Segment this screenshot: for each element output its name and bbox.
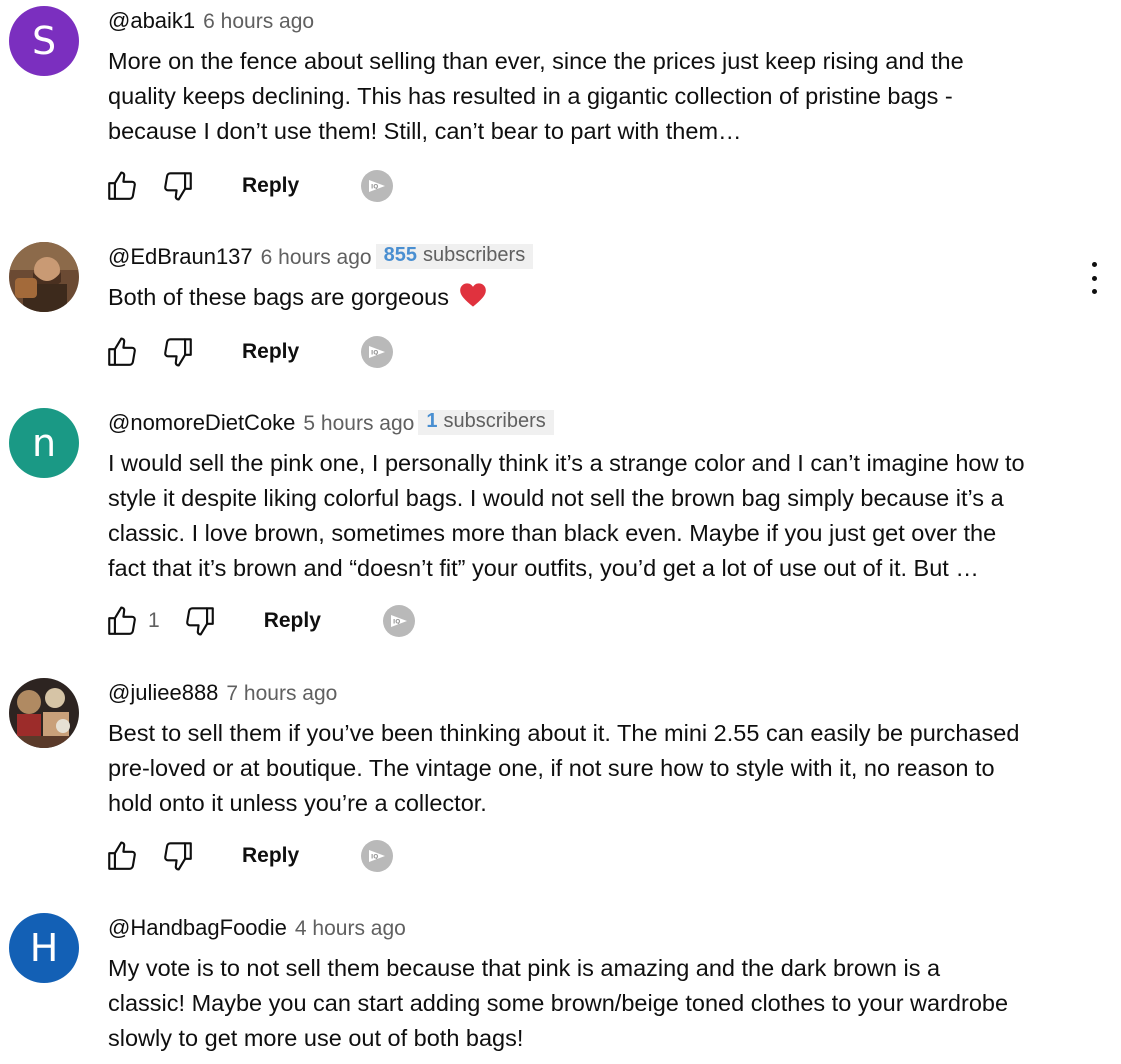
- creator-heart-badge-icon: IQ: [361, 840, 394, 872]
- creator-heart-badge-icon: IQ: [361, 336, 394, 368]
- avatar[interactable]: S: [9, 6, 79, 76]
- dot: [1091, 275, 1097, 281]
- comment-line: fact that it’s brown and “doesn’t fit” y…: [108, 555, 979, 581]
- comment-line: style it despite liking colorful bags. I…: [108, 485, 1004, 511]
- comment-line: classic! Maybe you can start adding some…: [108, 990, 1009, 1016]
- comment-line: I would sell the pink one, I personally …: [108, 450, 1025, 476]
- comment-time[interactable]: 7 hours ago: [226, 682, 337, 706]
- comment-text: More on the fence about selling than eve…: [108, 44, 1088, 149]
- comment-header: @nomoreDietCoke 5 hours ago 1 subscribers: [108, 410, 554, 438]
- author-handle[interactable]: @EdBraun137: [108, 244, 253, 270]
- comment-line: hold onto it unless you’re a collector.: [108, 790, 487, 816]
- thumbs-down-icon: [164, 172, 192, 201]
- comment-abaik1: S @abaik1 6 hours ago More on the fence …: [0, 0, 1121, 230]
- thumbs-up-icon: [108, 606, 136, 635]
- reply-button[interactable]: Reply: [242, 340, 299, 364]
- svg-text:IQ: IQ: [371, 184, 378, 191]
- subscriber-count: 855: [383, 244, 417, 266]
- author-handle[interactable]: @HandbagFoodie: [108, 915, 287, 941]
- creator-heart-badge-icon: IQ: [361, 170, 394, 202]
- author-handle[interactable]: @nomoreDietCoke: [108, 410, 295, 436]
- comment-line: More on the fence about selling than eve…: [108, 48, 964, 74]
- comment-line: because I don’t use them! Still, can’t b…: [108, 118, 742, 144]
- dot: [1091, 262, 1097, 267]
- avatar-letter: S: [31, 19, 57, 63]
- thumbs-down-icon: [164, 338, 192, 367]
- subscriber-badge: 855 subscribers: [375, 244, 534, 269]
- subscriber-label: subscribers: [443, 410, 546, 432]
- avatar-letter: H: [29, 926, 59, 970]
- comment-text: Best to sell them if you’ve been thinkin…: [108, 716, 1088, 821]
- like-button[interactable]: [104, 603, 140, 639]
- comment-line: My vote is to not sell them because that…: [108, 955, 941, 981]
- subscriber-label: subscribers: [422, 244, 526, 266]
- comment-time[interactable]: 6 hours ago: [261, 246, 372, 270]
- comment-text: I would sell the pink one, I personally …: [108, 446, 1088, 586]
- comment-line: Both of these bags are gorgeous: [108, 284, 449, 310]
- avatar-photo: [9, 678, 79, 748]
- dislike-button[interactable]: [160, 838, 196, 874]
- comment-actions: 1 Reply IQ: [104, 603, 415, 639]
- comment-actions: Reply IQ: [104, 334, 394, 370]
- more-vert-icon[interactable]: [1084, 262, 1104, 294]
- thumbs-down-icon: [185, 607, 214, 636]
- subscriber-badge: 1 subscribers: [418, 410, 554, 435]
- svg-text:IQ: IQ: [393, 619, 400, 626]
- thumbs-down-icon: [164, 842, 192, 871]
- comment-line: pre-loved or at boutique. The vintage on…: [108, 755, 995, 781]
- dislike-button[interactable]: [182, 603, 218, 639]
- comment-juliee888: @juliee888 7 hours ago Best to sell them…: [0, 672, 1121, 904]
- comment-header: @EdBraun137 6 hours ago 855 subscribers: [108, 244, 534, 272]
- comment-time[interactable]: 5 hours ago: [303, 412, 414, 436]
- comment-header: @abaik1 6 hours ago: [108, 8, 314, 34]
- like-count: 1: [148, 609, 160, 632]
- thumbs-up-icon: [108, 841, 136, 870]
- svg-text:IQ: IQ: [371, 350, 378, 357]
- comment-header: @HandbagFoodie 4 hours ago: [108, 915, 406, 941]
- comment-nomoredietcoke: n @nomoreDietCoke 5 hours ago 1 subscribe…: [0, 402, 1121, 666]
- comment-time[interactable]: 4 hours ago: [295, 917, 406, 941]
- avatar-letter: n: [31, 421, 57, 465]
- like-button[interactable]: [104, 168, 140, 204]
- red-heart-emoji: [459, 282, 487, 318]
- avatar[interactable]: n: [9, 408, 79, 478]
- author-handle[interactable]: @abaik1: [108, 8, 195, 34]
- comment-handbagfoodie: H @HandbagFoodie 4 hours ago My vote is …: [0, 907, 1121, 1064]
- comment-line: quality keeps declining. This has result…: [108, 83, 953, 109]
- comment-actions: Reply IQ: [104, 838, 394, 874]
- comment-actions: Reply IQ: [104, 168, 394, 204]
- avatar[interactable]: [9, 242, 79, 312]
- author-handle[interactable]: @juliee888: [108, 680, 218, 706]
- comment-line: classic. I love brown, sometimes more th…: [108, 520, 997, 546]
- comment-line: slowly to get more use out of both bags!: [108, 1025, 524, 1051]
- thumbs-up-icon: [108, 171, 136, 200]
- reply-button[interactable]: Reply: [264, 609, 321, 633]
- comment-edbraun137: @EdBraun137 6 hours ago 855 subscribers B…: [0, 236, 1121, 396]
- comment-line: Best to sell them if you’ve been thinkin…: [108, 720, 1020, 746]
- reply-button[interactable]: Reply: [242, 844, 299, 868]
- dot: [1091, 289, 1097, 294]
- comment-header: @juliee888 7 hours ago: [108, 680, 337, 706]
- reply-button[interactable]: Reply: [242, 174, 299, 198]
- subscriber-count: 1: [426, 410, 438, 432]
- avatar[interactable]: [9, 678, 79, 748]
- svg-text:IQ: IQ: [371, 854, 378, 861]
- like-button[interactable]: [104, 334, 140, 370]
- comment-text: My vote is to not sell them because that…: [108, 951, 1088, 1056]
- avatar-photo: [9, 242, 79, 312]
- comment-time[interactable]: 6 hours ago: [203, 10, 314, 34]
- dislike-button[interactable]: [160, 168, 196, 204]
- thumbs-up-icon: [108, 337, 136, 366]
- avatar[interactable]: H: [9, 913, 79, 983]
- like-button[interactable]: [104, 838, 140, 874]
- comment-text: Both of these bags are gorgeous: [108, 280, 1088, 318]
- dislike-button[interactable]: [160, 334, 196, 370]
- creator-heart-badge-icon: IQ: [382, 605, 415, 637]
